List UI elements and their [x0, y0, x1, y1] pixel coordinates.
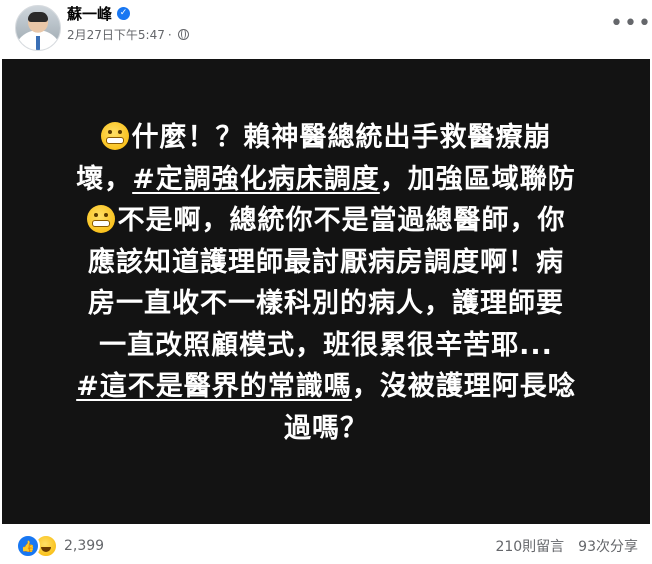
grimacing-face-icon: [86, 205, 115, 233]
like-icon: 👍: [16, 534, 40, 558]
post-image: 什麼！？賴神醫總統出手救醫療崩 壞，#定調強化病床調度，加強區域聯防 不是啊，總…: [2, 59, 650, 524]
grimacing-face-icon: [100, 122, 129, 150]
engagement-stats: 210則留言 93次分享: [495, 536, 638, 556]
text-line-2: 壞，#定調強化病床調度，加強區域聯防: [32, 159, 620, 201]
comment-count[interactable]: 210則留言: [495, 536, 564, 556]
text-line-7: #這不是醫界的常識嗎，沒被護理阿長唸: [32, 366, 620, 408]
text-line-5: 房一直收不一樣科別的病人，護理師要: [88, 288, 564, 319]
text-line-1: 什麼！？賴神醫總統出手救醫療崩: [32, 117, 620, 159]
post-meta: 2月27日下午5:47 ·: [67, 26, 189, 43]
post-header: 蘇一峰 ✓ 2月27日下午5:47 · •••: [0, 0, 652, 58]
post-timestamp[interactable]: 2月27日下午5:47: [67, 26, 165, 43]
more-options-icon[interactable]: •••: [610, 13, 651, 35]
author-avatar[interactable]: [15, 5, 61, 51]
post-text: 什麼！？賴神醫總統出手救醫療崩 壞，#定調強化病床調度，加強區域聯防 不是啊，總…: [32, 117, 620, 449]
text-line-3-content: 不是啊，總統你不是當過總醫師，你: [117, 205, 566, 236]
author-row: 蘇一峰 ✓: [67, 3, 131, 24]
text-line-3: 不是啊，總統你不是當過總醫師，你: [32, 200, 620, 242]
hashtag-1: #定調強化病床調度: [132, 163, 380, 195]
text-line-2-end: ，加強區域聯防: [379, 163, 576, 195]
post-footer: 👍 2,399 210則留言 93次分享: [0, 526, 652, 564]
text-line-2-start: 壞，: [76, 163, 133, 195]
share-count[interactable]: 93次分享: [578, 536, 638, 556]
text-line-6: 一直改照顧模式，班很累很辛苦耶...: [99, 329, 553, 361]
verified-badge-icon: ✓: [117, 7, 131, 20]
text-line-8: 過嗎？: [284, 412, 368, 444]
avatar-hair: [28, 12, 48, 22]
text-line-7-end: ，沒被護理阿長唸: [351, 371, 576, 402]
text-line-1-content: 什麼！？賴神醫總統出手救醫療崩: [131, 122, 552, 153]
text-line-4: 應該知道護理師最討厭病房調度啊！病: [88, 246, 564, 278]
hashtag-2: #這不是醫界的常識嗎: [76, 371, 352, 402]
globe-icon[interactable]: [177, 29, 189, 40]
reaction-count[interactable]: 2,399: [64, 538, 104, 554]
author-name[interactable]: 蘇一峰: [67, 3, 112, 24]
meta-separator: ·: [167, 27, 172, 42]
avatar-tie: [36, 36, 40, 50]
reactions-summary[interactable]: 👍 2,399: [16, 534, 104, 558]
